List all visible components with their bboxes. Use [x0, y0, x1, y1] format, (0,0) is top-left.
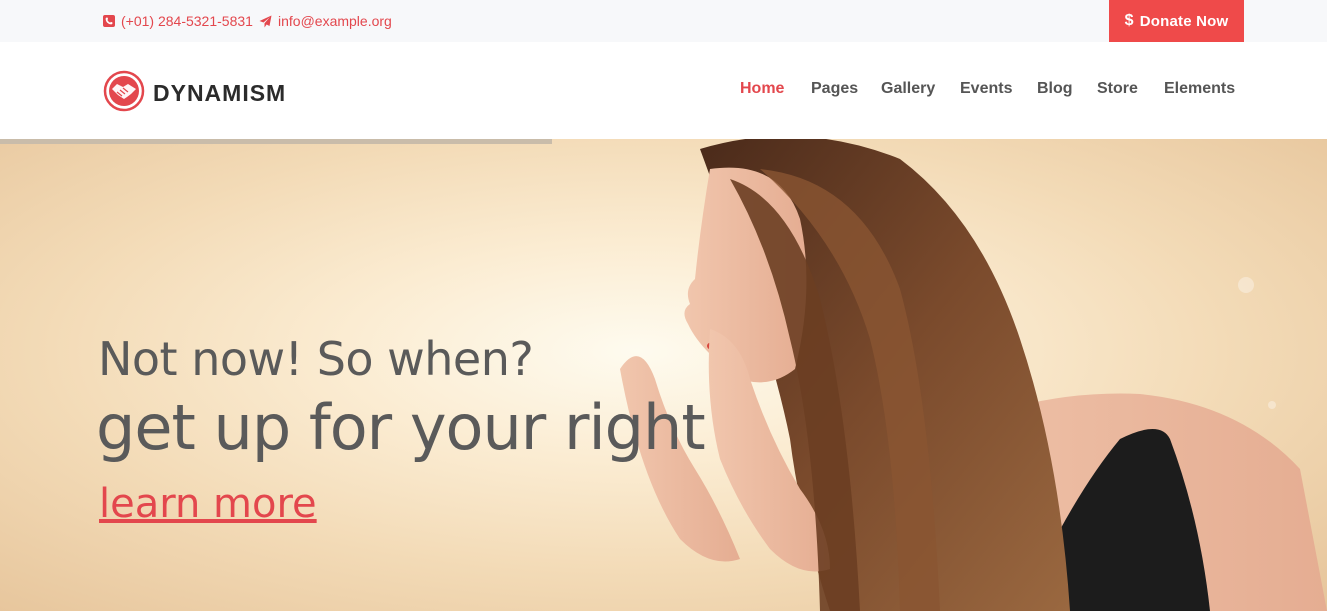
phone-contact[interactable]: (+01) 284-5321-5831: [103, 0, 253, 42]
dollar-icon: $: [1124, 12, 1134, 29]
hero-woman-image: [620, 139, 1327, 611]
nav-elements[interactable]: Elements: [1164, 80, 1235, 98]
paper-plane-icon: [259, 15, 272, 28]
nav-home[interactable]: Home: [740, 80, 784, 98]
donate-button[interactable]: $ Donate Now: [1109, 0, 1244, 42]
nav-gallery[interactable]: Gallery: [881, 80, 935, 98]
slider-progress-bar: [0, 139, 553, 144]
logo-text: DYNAMISM: [153, 80, 287, 106]
phone-icon: [103, 15, 115, 27]
phone-number: (+01) 284-5321-5831: [121, 13, 253, 29]
top-bar: (+01) 284-5321-5831 info@example.org $ D…: [0, 0, 1327, 42]
hero-title: get up for your right: [96, 391, 706, 464]
donate-label: Donate Now: [1139, 12, 1229, 30]
hero-slider: Not now! So when? get up for your right …: [0, 139, 1327, 611]
nav-events[interactable]: Events: [960, 80, 1012, 98]
site-logo[interactable]: DYNAMISM: [103, 70, 286, 117]
nav-blog[interactable]: Blog: [1037, 80, 1073, 98]
nav-pages[interactable]: Pages: [811, 80, 858, 98]
email-contact[interactable]: info@example.org: [259, 0, 392, 42]
hero-subtitle: Not now! So when?: [98, 332, 534, 386]
email-address: info@example.org: [278, 13, 392, 29]
main-header: DYNAMISM Home Pages Gallery Events Blog …: [0, 42, 1327, 139]
learn-more-link[interactable]: learn more: [99, 481, 317, 527]
handshake-icon: [103, 70, 145, 117]
nav-store[interactable]: Store: [1097, 80, 1138, 98]
